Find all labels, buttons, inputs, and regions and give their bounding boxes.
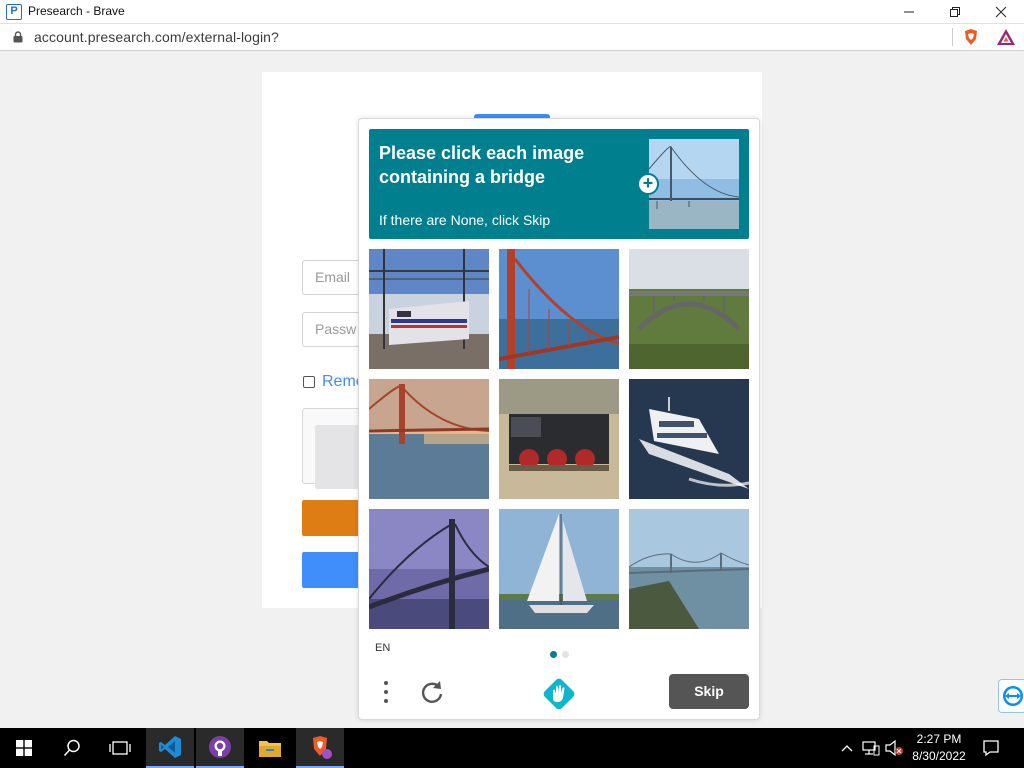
hcaptcha-logo-icon [543, 678, 575, 710]
task-view-button[interactable] [96, 728, 144, 768]
file-explorer-icon [259, 741, 281, 757]
tile-train[interactable] [369, 249, 489, 369]
taskbar: 2:27 PM 8/30/2022 [0, 728, 1024, 768]
restore-icon [950, 7, 960, 17]
clock-date[interactable]: 8/30/2022 [904, 749, 974, 763]
hcaptcha-challenge: Please click each image containing a bri… [358, 118, 760, 720]
search-button[interactable] [48, 728, 96, 768]
notification-icon[interactable] [982, 739, 1000, 757]
clock-time[interactable]: 2:27 PM [904, 732, 974, 746]
captcha-checkbox-area[interactable] [315, 425, 359, 489]
task-view-icon [109, 741, 131, 755]
teamviewer-icon [1003, 686, 1023, 706]
taskbar-file-explorer[interactable] [246, 728, 294, 768]
page-indicator-inactive [562, 651, 569, 658]
remember-me-checkbox[interactable] [303, 376, 315, 388]
search-icon [63, 739, 80, 757]
vscode-icon [159, 736, 181, 758]
language-selector[interactable]: EN [375, 642, 390, 654]
page-indicator-active [550, 651, 557, 658]
presearch-app-icon: P [6, 4, 22, 20]
close-icon [995, 6, 1007, 18]
tile-steam-locomotive[interactable] [499, 379, 619, 499]
github-desktop-icon [209, 736, 231, 758]
skip-button[interactable]: Skip [669, 674, 749, 709]
tile-yacht[interactable] [629, 379, 749, 499]
window-title: Presearch - Brave [28, 4, 125, 18]
brave-browser-icon [313, 736, 332, 759]
brave-shield-icon[interactable] [962, 28, 980, 46]
prompt-subtitle: If there are None, click Skip [379, 212, 551, 228]
tile-arch-bridge[interactable] [629, 249, 749, 369]
teamviewer-widget[interactable] [998, 679, 1024, 713]
tile-red-bridge[interactable] [499, 249, 619, 369]
network-icon[interactable] [862, 740, 880, 756]
example-bridge-image[interactable] [649, 139, 739, 229]
windows-start-icon [16, 740, 32, 756]
start-button[interactable] [0, 728, 48, 768]
tile-distant-bridge[interactable] [629, 509, 749, 629]
address-bar: account.presearch.com/external-login? [0, 24, 1024, 51]
tile-sunset-bridge[interactable] [369, 379, 489, 499]
lock-icon[interactable] [12, 31, 24, 43]
brave-rewards-icon[interactable] [996, 28, 1016, 46]
volume-muted-icon[interactable] [884, 740, 904, 756]
close-button[interactable] [978, 0, 1024, 24]
minimize-button[interactable] [886, 0, 932, 24]
minimize-icon [904, 11, 914, 13]
expand-example-icon[interactable]: + [637, 173, 659, 195]
restore-button[interactable] [932, 0, 978, 24]
title-bar: P Presearch - Brave [0, 0, 1024, 24]
chevron-up-icon[interactable] [840, 741, 854, 755]
menu-dots-icon[interactable] [381, 679, 391, 705]
taskbar-vscode[interactable] [146, 728, 194, 768]
tile-night-bridge[interactable] [369, 509, 489, 629]
address-bar-divider [952, 28, 953, 46]
taskbar-github-desktop[interactable] [196, 728, 244, 768]
tile-sailboat[interactable] [499, 509, 619, 629]
prompt-title: Please click each image containing a bri… [379, 143, 585, 187]
refresh-icon[interactable] [419, 679, 445, 705]
taskbar-brave-browser[interactable] [296, 728, 344, 768]
url-field[interactable]: account.presearch.com/external-login? [34, 29, 279, 45]
challenge-prompt: Please click each image containing a bri… [369, 129, 749, 239]
